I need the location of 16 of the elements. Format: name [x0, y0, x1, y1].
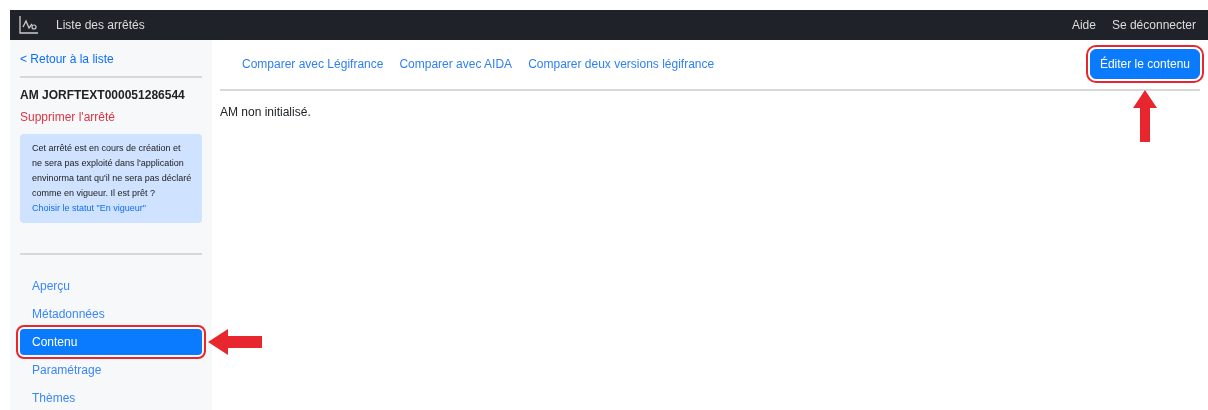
status-alert: Cet arrêté est en cours de création et ne sera pas exploité dans l'application envinorma tant qu'il ne sera pas déclaré comme en vigueur. Il est prêt ? Choisir le statut "En vigueur" [20, 134, 202, 223]
compare-link[interactable]: Comparer deux versions légifrance [528, 55, 715, 73]
compare-link[interactable]: Comparer avec AIDA [399, 55, 513, 73]
back-link[interactable]: < Retour à la liste [20, 50, 202, 68]
navbar-link[interactable]: Se déconnecter [1111, 16, 1196, 34]
status-link[interactable]: Choisir le statut "En vigueur" [32, 203, 146, 213]
sidebar-nav-item[interactable]: Métadonnées [20, 301, 202, 327]
navbar-link[interactable]: Aide [1071, 16, 1096, 34]
sidebar-nav-item[interactable]: Thèmes [20, 385, 202, 410]
compare-link[interactable]: Comparer avec Légifrance [242, 55, 384, 73]
decree-heading: AM JORFTEXT000051286544 [20, 87, 186, 104]
status-message: AM non initialisé. [220, 104, 312, 121]
app-title[interactable]: Liste des arrêtés [56, 16, 145, 34]
sidebar-nav-item[interactable]: Paramétrage [20, 357, 202, 383]
delete-link[interactable]: Supprimer l'arrêté [20, 108, 202, 126]
sidebar-nav-item[interactable]: Aperçu [20, 273, 202, 299]
